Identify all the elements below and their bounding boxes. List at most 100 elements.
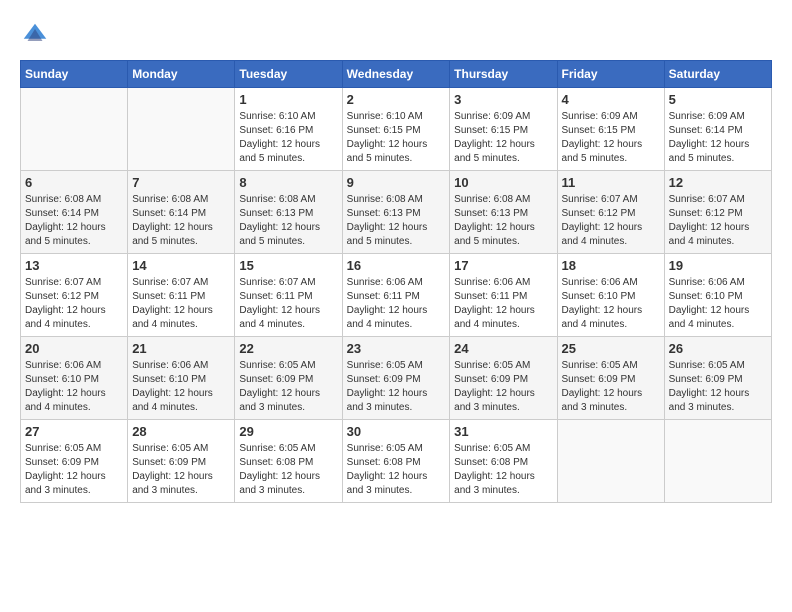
day-info: Sunrise: 6:07 AM Sunset: 6:12 PM Dayligh… [562,193,660,249]
day-info: Sunrise: 6:05 AM Sunset: 6:09 PM Dayligh… [454,359,552,415]
day-info: Sunrise: 6:06 AM Sunset: 6:11 PM Dayligh… [347,276,446,332]
day-number: 7 [132,175,230,190]
day-info: Sunrise: 6:05 AM Sunset: 6:09 PM Dayligh… [562,359,660,415]
header-thursday: Thursday [450,61,557,88]
calendar-cell: 4 Sunrise: 6:09 AM Sunset: 6:15 PM Daylig… [557,88,664,171]
logo-icon [20,20,50,50]
day-number: 17 [454,258,552,273]
calendar-cell: 31 Sunrise: 6:05 AM Sunset: 6:08 PM Dayli… [450,420,557,503]
day-info: Sunrise: 6:06 AM Sunset: 6:10 PM Dayligh… [25,359,123,415]
day-info: Sunrise: 6:08 AM Sunset: 6:13 PM Dayligh… [347,193,446,249]
day-number: 9 [347,175,446,190]
day-info: Sunrise: 6:07 AM Sunset: 6:12 PM Dayligh… [25,276,123,332]
day-number: 31 [454,424,552,439]
day-number: 12 [669,175,767,190]
day-info: Sunrise: 6:09 AM Sunset: 6:15 PM Dayligh… [454,110,552,166]
calendar-cell: 28Sunrise: 6:05 AM Sunset: 6:09 PM Dayli… [128,420,235,503]
day-number: 4 [562,92,660,107]
calendar-week-row: 1Sunrise: 6:10 AM Sunset: 6:16 PM Daylig… [21,88,772,171]
calendar-cell: 23 Sunrise: 6:05 AM Sunset: 6:09 PM Dayli… [342,337,450,420]
day-info: Sunrise: 6:08 AM Sunset: 6:13 PM Dayligh… [454,193,552,249]
calendar-cell [21,88,128,171]
day-number: 5 [669,92,767,107]
day-info: Sunrise: 6:05 AM Sunset: 6:08 PM Dayligh… [347,442,446,498]
day-info: Sunrise: 6:05 AM Sunset: 6:08 PM Dayligh… [454,442,552,498]
day-number: 6 [25,175,123,190]
header-monday: Monday [128,61,235,88]
calendar-cell: 9 Sunrise: 6:08 AM Sunset: 6:13 PM Daylig… [342,171,450,254]
day-number: 27 [25,424,123,439]
calendar-cell: 26Sunrise: 6:05 AM Sunset: 6:09 PM Dayli… [664,337,771,420]
day-info: Sunrise: 6:06 AM Sunset: 6:10 PM Dayligh… [132,359,230,415]
calendar-cell: 20 Sunrise: 6:06 AM Sunset: 6:10 PM Dayli… [21,337,128,420]
day-info: Sunrise: 6:07 AM Sunset: 6:11 PM Dayligh… [132,276,230,332]
calendar-cell [664,420,771,503]
calendar-week-row: 20 Sunrise: 6:06 AM Sunset: 6:10 PM Dayli… [21,337,772,420]
day-info: Sunrise: 6:06 AM Sunset: 6:10 PM Dayligh… [669,276,767,332]
calendar-cell: 15 Sunrise: 6:07 AM Sunset: 6:11 PM Dayli… [235,254,342,337]
calendar-cell: 11 Sunrise: 6:07 AM Sunset: 6:12 PM Dayli… [557,171,664,254]
day-info: Sunrise: 6:08 AM Sunset: 6:13 PM Dayligh… [239,193,337,249]
day-number: 22 [239,341,337,356]
day-info: Sunrise: 6:09 AM Sunset: 6:15 PM Dayligh… [562,110,660,166]
day-info: Sunrise: 6:07 AM Sunset: 6:12 PM Dayligh… [669,193,767,249]
day-info: Sunrise: 6:10 AM Sunset: 6:15 PM Dayligh… [347,110,446,166]
day-info: Sunrise: 6:05 AM Sunset: 6:09 PM Dayligh… [347,359,446,415]
calendar-header-row: SundayMondayTuesdayWednesdayThursdayFrid… [21,61,772,88]
calendar-cell: 18Sunrise: 6:06 AM Sunset: 6:10 PM Dayli… [557,254,664,337]
calendar-cell [128,88,235,171]
day-info: Sunrise: 6:09 AM Sunset: 6:14 PM Dayligh… [669,110,767,166]
calendar-cell: 3 Sunrise: 6:09 AM Sunset: 6:15 PM Daylig… [450,88,557,171]
day-number: 25 [562,341,660,356]
calendar-week-row: 27 Sunrise: 6:05 AM Sunset: 6:09 PM Dayli… [21,420,772,503]
day-number: 3 [454,92,552,107]
calendar-week-row: 6 Sunrise: 6:08 AM Sunset: 6:14 PM Daylig… [21,171,772,254]
calendar-cell: 7 Sunrise: 6:08 AM Sunset: 6:14 PM Daylig… [128,171,235,254]
calendar-cell: 2Sunrise: 6:10 AM Sunset: 6:15 PM Daylig… [342,88,450,171]
calendar-table: SundayMondayTuesdayWednesdayThursdayFrid… [20,60,772,503]
header-tuesday: Tuesday [235,61,342,88]
calendar-cell: 1Sunrise: 6:10 AM Sunset: 6:16 PM Daylig… [235,88,342,171]
calendar-cell: 21 Sunrise: 6:06 AM Sunset: 6:10 PM Dayli… [128,337,235,420]
calendar-cell: 6 Sunrise: 6:08 AM Sunset: 6:14 PM Daylig… [21,171,128,254]
day-number: 16 [347,258,446,273]
day-info: Sunrise: 6:05 AM Sunset: 6:09 PM Dayligh… [239,359,337,415]
day-number: 14 [132,258,230,273]
calendar-cell: 29 Sunrise: 6:05 AM Sunset: 6:08 PM Dayli… [235,420,342,503]
day-info: Sunrise: 6:07 AM Sunset: 6:11 PM Dayligh… [239,276,337,332]
day-info: Sunrise: 6:08 AM Sunset: 6:14 PM Dayligh… [25,193,123,249]
day-number: 18 [562,258,660,273]
calendar-week-row: 13 Sunrise: 6:07 AM Sunset: 6:12 PM Dayli… [21,254,772,337]
calendar-cell: 17 Sunrise: 6:06 AM Sunset: 6:11 PM Dayli… [450,254,557,337]
header-wednesday: Wednesday [342,61,450,88]
day-number: 20 [25,341,123,356]
calendar-cell: 27 Sunrise: 6:05 AM Sunset: 6:09 PM Dayli… [21,420,128,503]
calendar-cell: 25 Sunrise: 6:05 AM Sunset: 6:09 PM Dayli… [557,337,664,420]
day-number: 28 [132,424,230,439]
day-number: 10 [454,175,552,190]
day-info: Sunrise: 6:06 AM Sunset: 6:11 PM Dayligh… [454,276,552,332]
page-header [20,20,772,50]
calendar-cell: 10 Sunrise: 6:08 AM Sunset: 6:13 PM Dayli… [450,171,557,254]
day-info: Sunrise: 6:08 AM Sunset: 6:14 PM Dayligh… [132,193,230,249]
day-number: 15 [239,258,337,273]
calendar-cell: 5 Sunrise: 6:09 AM Sunset: 6:14 PM Daylig… [664,88,771,171]
day-number: 8 [239,175,337,190]
calendar-cell: 24 Sunrise: 6:05 AM Sunset: 6:09 PM Dayli… [450,337,557,420]
logo [20,20,54,50]
day-number: 21 [132,341,230,356]
day-number: 13 [25,258,123,273]
day-number: 29 [239,424,337,439]
day-number: 23 [347,341,446,356]
day-number: 24 [454,341,552,356]
day-info: Sunrise: 6:05 AM Sunset: 6:08 PM Dayligh… [239,442,337,498]
calendar-cell: 13 Sunrise: 6:07 AM Sunset: 6:12 PM Dayli… [21,254,128,337]
calendar-cell: 16 Sunrise: 6:06 AM Sunset: 6:11 PM Dayli… [342,254,450,337]
day-info: Sunrise: 6:05 AM Sunset: 6:09 PM Dayligh… [669,359,767,415]
day-info: Sunrise: 6:10 AM Sunset: 6:16 PM Dayligh… [239,110,337,166]
calendar-cell: 14 Sunrise: 6:07 AM Sunset: 6:11 PM Dayli… [128,254,235,337]
day-number: 11 [562,175,660,190]
day-info: Sunrise: 6:05 AM Sunset: 6:09 PM Dayligh… [25,442,123,498]
day-number: 30 [347,424,446,439]
header-sunday: Sunday [21,61,128,88]
